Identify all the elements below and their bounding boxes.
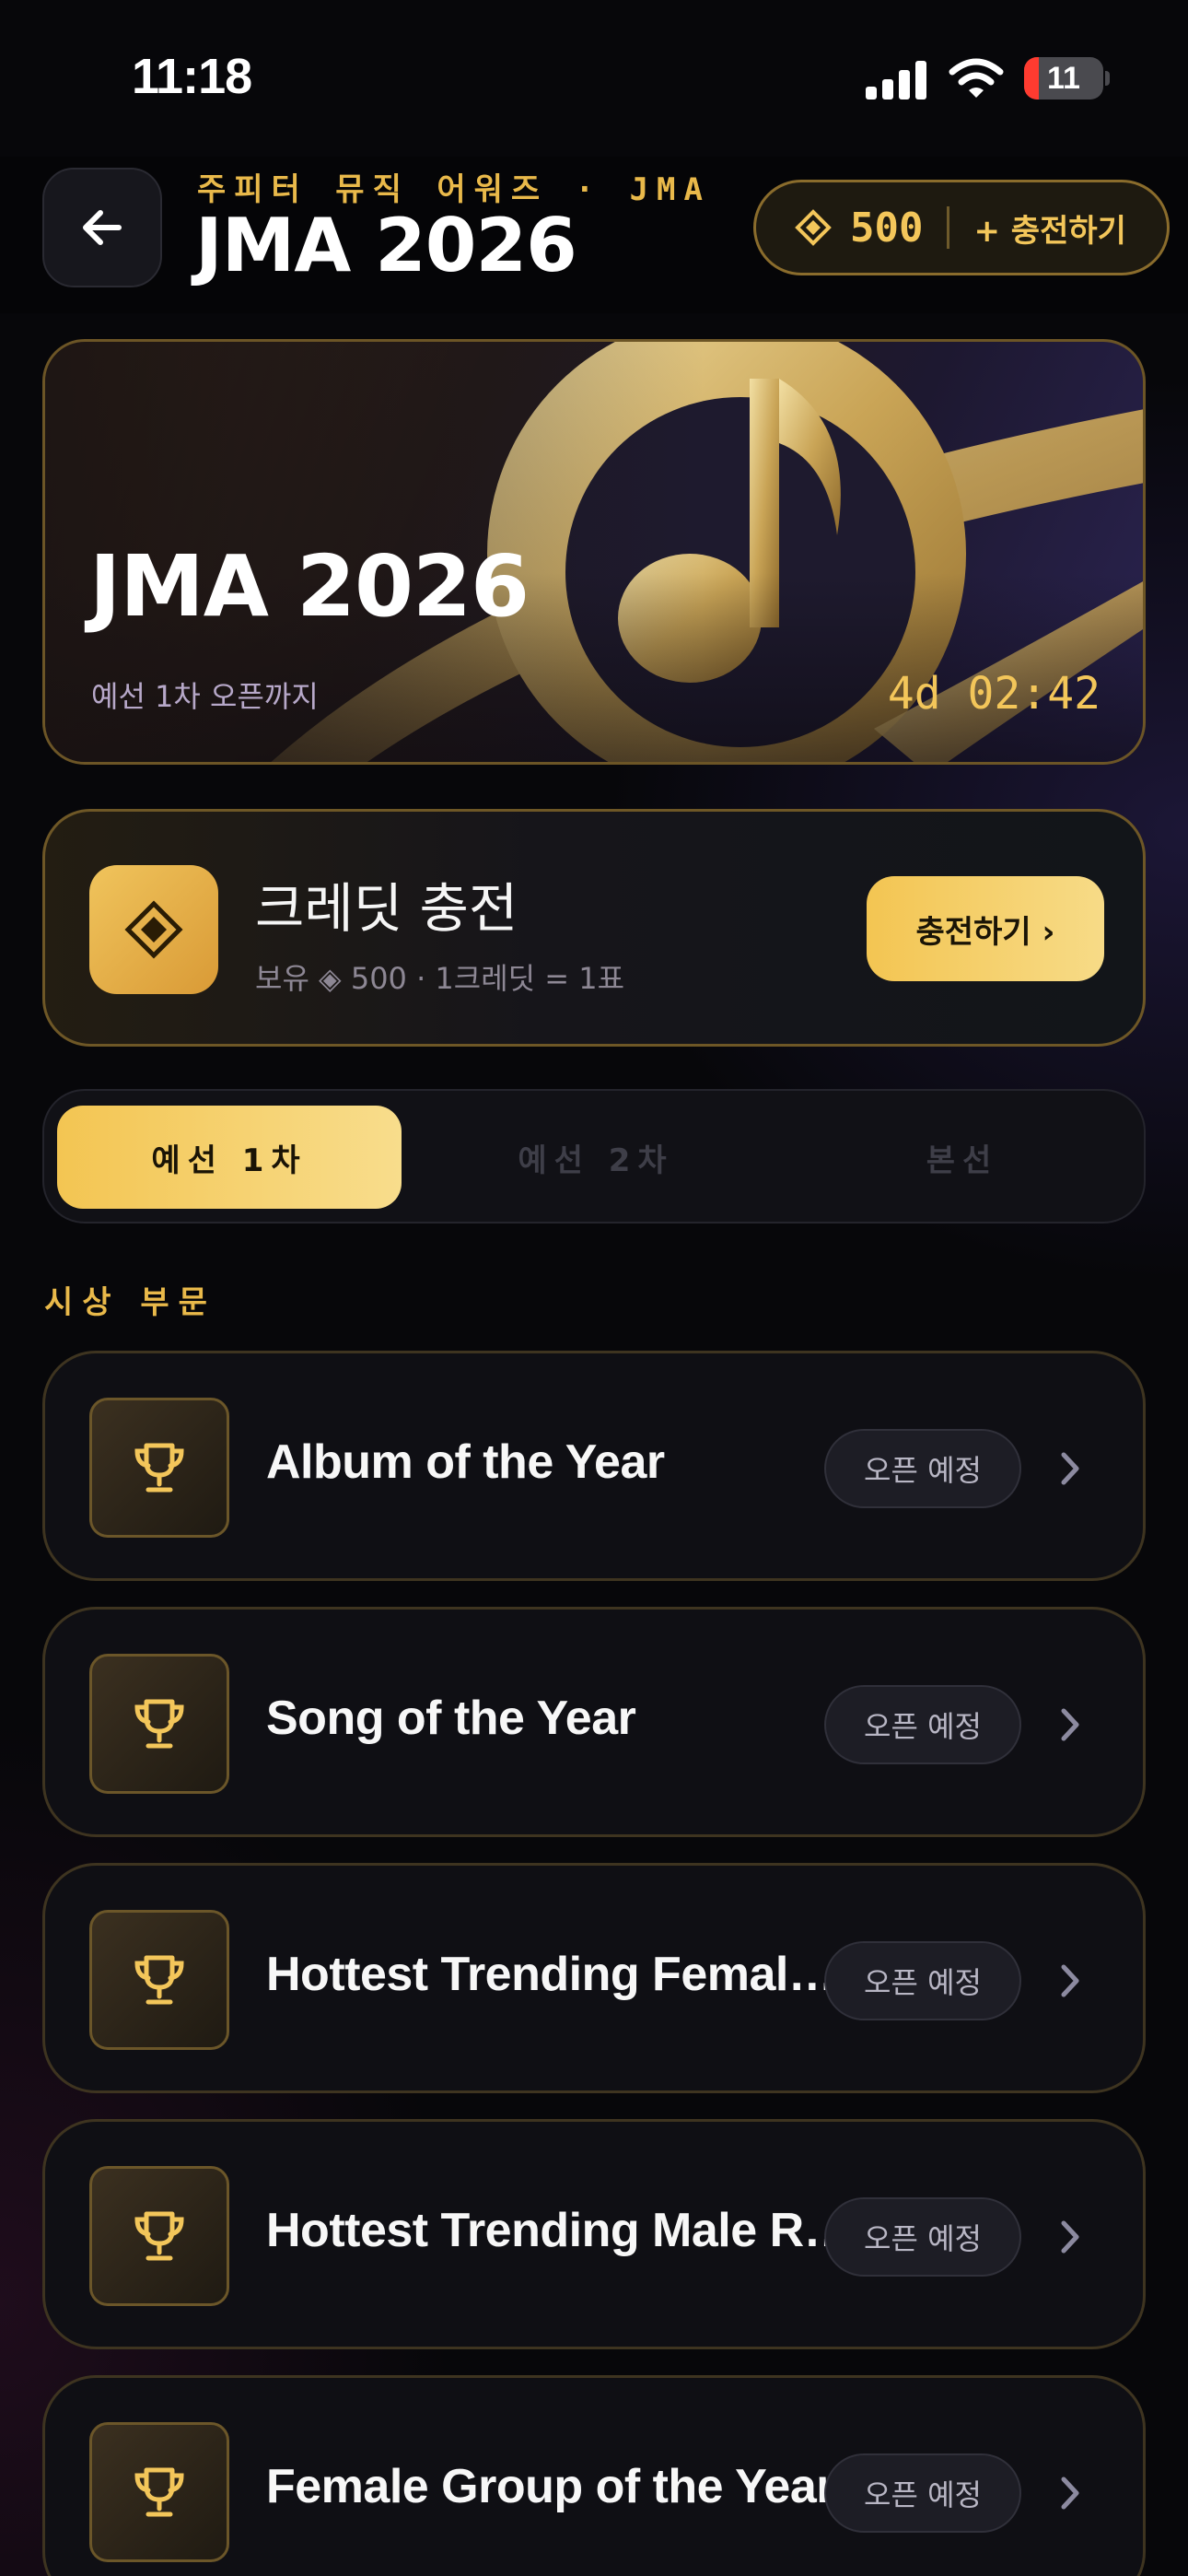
event-banner[interactable]: JMA 2026 예선 1차 오픈까지 4d 02:42 [42,339,1146,765]
category-card[interactable]: Album of the Year 오픈 예정 [42,1351,1146,1581]
category-card[interactable]: Song of the Year 오픈 예정 [42,1607,1146,1837]
credit-charge-card: 크레딧 충전 보유 ◈ 500 · 1크레딧 = 1표 충전하기 › [42,809,1146,1047]
trophy-icon [134,2467,184,2517]
status-bar: 11:18 11 [0,0,1188,157]
chevron-right-icon [1061,2220,1079,2254]
chevron-right[interactable] [1056,1702,1084,1748]
trophy-icon [134,2211,184,2261]
category-icon [89,1910,229,2050]
trophy-icon [134,1443,184,1493]
charge-link[interactable]: + 충전하기 [973,205,1125,251]
chevron-right-icon [1061,1452,1079,1485]
status-badge: 오픈 예정 [824,1941,1021,2020]
category-icon [89,1654,229,1794]
tab-prelim-1[interactable]: 예선 1차 [57,1106,402,1209]
category-icon [89,2166,229,2306]
credit-charge-subtitle: 보유 ◈ 500 · 1크레딧 = 1표 [255,961,625,996]
chevron-right[interactable] [1056,1958,1084,2004]
countdown-timer: 4d 02:42 [887,668,1101,720]
countdown-caption: 예선 1차 오픈까지 [91,679,319,714]
header: 주피터 뮤직 어워즈 · JMA JMA 2026 500 + 충전하기 [0,157,1188,313]
credit-amount: 500 [850,204,924,252]
diamond-icon [795,209,832,246]
trophy-icon [134,1955,184,2005]
status-badge: 오픈 예정 [824,2453,1021,2533]
tab-prelim-2[interactable]: 예선 2차 [424,1106,768,1209]
chevron-right-icon [1061,1708,1079,1741]
diamond-icon [124,900,183,959]
trophy-icon [134,1699,184,1749]
section-label: 시상 부문 [44,1284,216,1321]
status-badge: 오픈 예정 [824,2197,1021,2277]
category-card[interactable]: Hottest Trending Female Rookie오픈 예정 [42,1863,1146,2093]
credit-card-icon [89,865,218,994]
category-card[interactable]: Hottest Trending Male Rookie오픈 예정 [42,2119,1146,2349]
chevron-right-icon [1061,1964,1079,1997]
arrow-left-icon [83,210,122,245]
category-name: Song of the Year [266,1692,636,1745]
divider [947,206,950,249]
status-time: 11:18 [132,49,252,104]
charge-button[interactable]: 충전하기 › [867,876,1104,981]
category-icon [89,1398,229,1538]
status-badge: 오픈 예정 [824,1429,1021,1508]
credit-charge-title: 크레딧 충전 [255,877,518,940]
chevron-right[interactable] [1056,1446,1084,1492]
page-title: JMA 2026 [195,203,577,288]
battery-level: 11 [1047,61,1080,96]
status-badge: 오픈 예정 [824,1685,1021,1764]
category-name: Female Group of the Year [266,2460,835,2513]
chevron-right-icon [1061,2476,1079,2510]
round-tabs: 예선 1차 예선 2차 본선 [42,1089,1146,1224]
battery-icon: 11 [1024,57,1103,100]
chevron-right[interactable] [1056,2470,1084,2516]
tab-final[interactable]: 본선 [790,1106,1135,1209]
category-name: Hottest Trending Female Rookie [266,1948,852,2001]
chevron-right[interactable] [1056,2214,1084,2260]
back-button[interactable] [42,168,162,287]
wifi-icon [949,58,1004,98]
cellular-signal-icon [866,59,926,100]
category-name: Album of the Year [266,1435,665,1489]
category-icon [89,2422,229,2562]
category-card[interactable]: Female Group of the Year 오픈 예정 [42,2375,1146,2576]
category-name: Hottest Trending Male Rookie [266,2204,852,2257]
banner-title: JMA 2026 [89,537,530,636]
credit-balance-pill[interactable]: 500 + 충전하기 [753,180,1170,275]
